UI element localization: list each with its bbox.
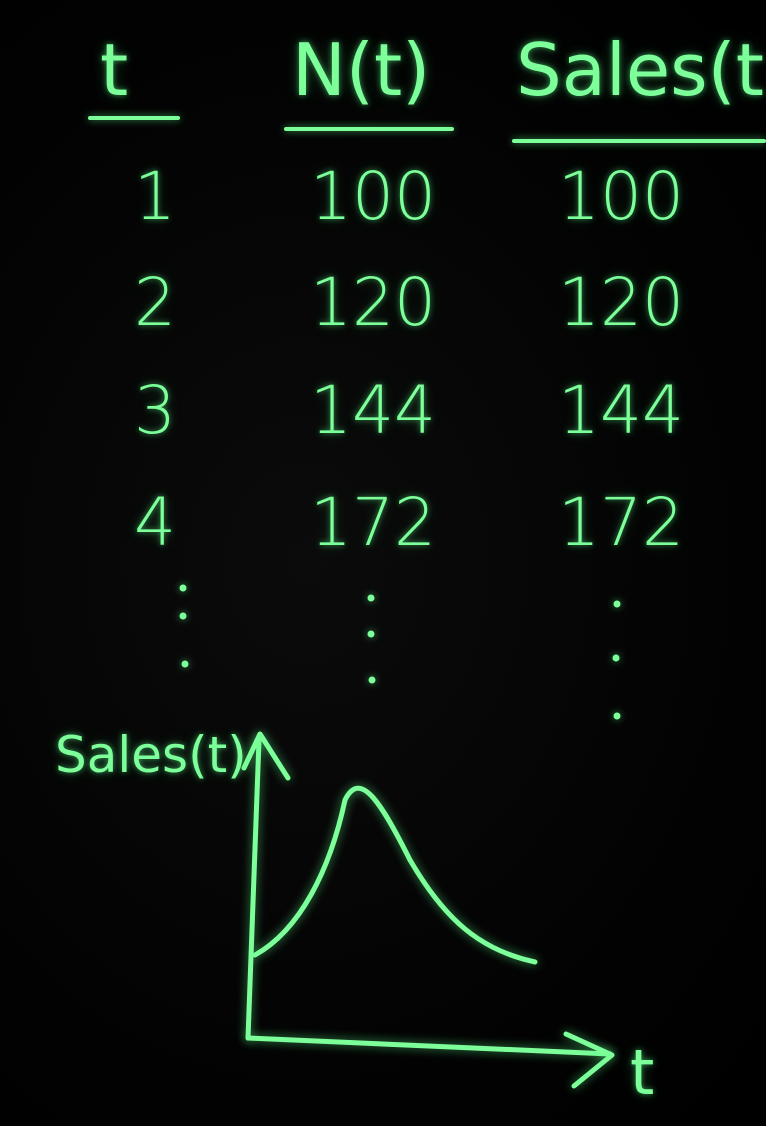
x-axis-arrowhead	[563, 1031, 615, 1089]
continuation-dots-sales	[612, 600, 621, 720]
continuation-dots-n	[367, 594, 376, 684]
y-axis-arrowhead	[241, 731, 291, 781]
y-axis-label: Sales(t)	[55, 726, 247, 784]
blackboard: t N(t) Sales(t 1 100 100 2 120 120 3 144…	[0, 0, 766, 1126]
sales-hump-curve	[252, 785, 538, 965]
continuation-dots-t	[179, 584, 189, 668]
y-axis-line	[245, 737, 262, 1041]
x-axis-line	[245, 1035, 613, 1057]
sales-curve-sketch	[179, 584, 621, 1089]
x-axis-label: t	[630, 1036, 655, 1109]
